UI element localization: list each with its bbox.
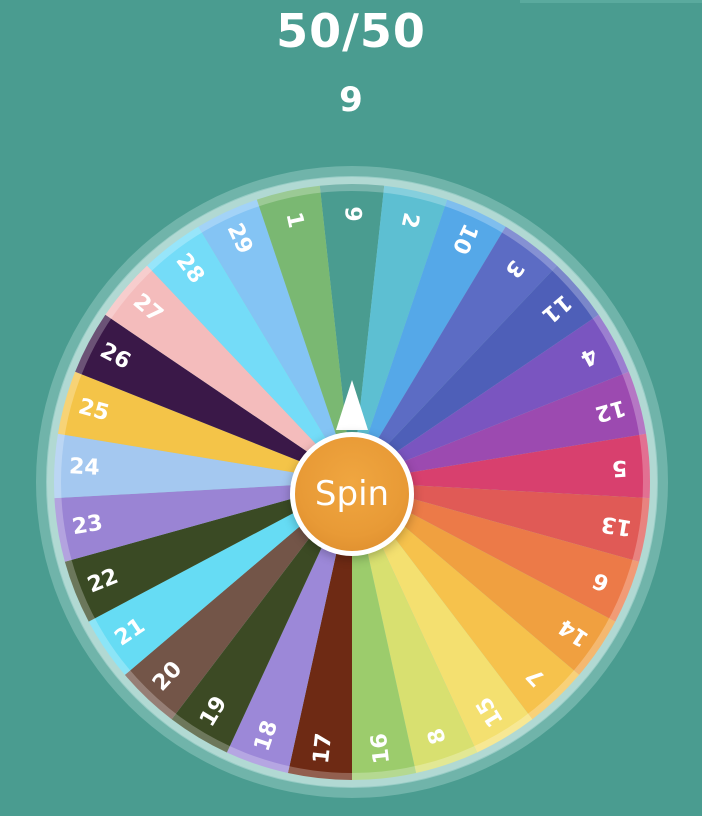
wheel-graphic: 9 2 10311412513614715816171819202122232425…	[36, 166, 668, 798]
wheel-segment-label: 23	[70, 511, 104, 541]
wheel-segment-label: 5	[611, 455, 628, 481]
wheel-segment-label: 24	[68, 454, 100, 481]
wheel-segment-label: 13	[599, 511, 633, 541]
game-screen: 50/50 9 9 2 10 3 11 4 12 5 13 6 14 7 15 8 16 17 18 19 20 21…	[0, 0, 702, 816]
wheel-segment-label: 9	[340, 206, 365, 221]
spinner-wheel[interactable]: 9 2 10 3 11 4 12 5 13 6 14 7 15 8 16 17 18 19 20 21 22 23 24 25…	[0, 0, 702, 816]
wheel-segment-label: 16	[367, 732, 395, 765]
spin-button[interactable]: Spin	[290, 432, 414, 556]
wheel-segment-label: 17	[309, 732, 337, 765]
